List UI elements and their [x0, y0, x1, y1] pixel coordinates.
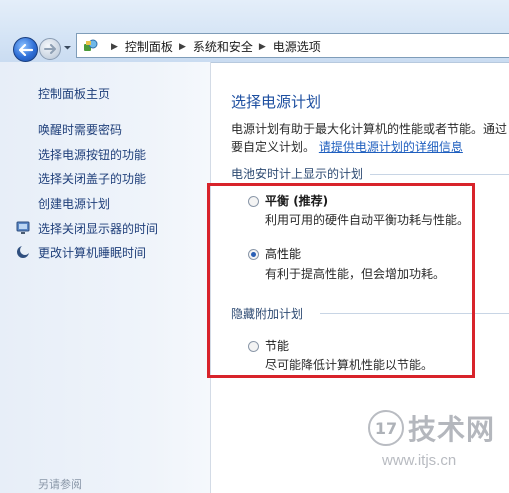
moon-icon — [17, 245, 30, 258]
watermark: 17 技术网 www.itjs.cn — [364, 404, 509, 493]
recent-pages-chevron-icon[interactable] — [63, 44, 72, 51]
watermark-url: www.itjs.cn — [382, 452, 457, 469]
sidebar-item-wake-password[interactable]: 唤醒时需要密码 — [38, 121, 122, 138]
group-header-battery-meter: 电池安时计上显示的计划 — [231, 167, 364, 181]
sidebar-home-link[interactable]: 控制面板主页 — [38, 85, 110, 102]
breadcrumb-separator-icon[interactable]: ▶ — [111, 42, 118, 52]
navigation-bar: ▶ 控制面板 ▶ 系统和安全 ▶ 电源选项 — [0, 0, 509, 63]
sidebar-item-display-off[interactable]: 选择关闭显示器的时间 — [38, 220, 158, 237]
control-panel-icon — [84, 39, 98, 51]
breadcrumb-separator-icon[interactable]: ▶ — [259, 42, 266, 52]
breadcrumb-system-security[interactable]: 系统和安全 — [193, 38, 253, 55]
breadcrumb: ▶ 控制面板 ▶ 系统和安全 ▶ 电源选项 — [105, 38, 321, 55]
arrow-right-icon — [44, 44, 56, 54]
sidebar-item-create-plan[interactable]: 创建电源计划 — [38, 195, 110, 212]
forward-button[interactable] — [39, 38, 61, 60]
see-also-heading: 另请参阅 — [38, 478, 82, 491]
description-text-line1: 电源计划有助于最大化计算机的性能或者节能。通过 — [231, 122, 508, 136]
breadcrumb-power-options[interactable]: 电源选项 — [273, 38, 321, 55]
breadcrumb-control-panel[interactable]: 控制面板 — [125, 38, 173, 55]
sidebar: 控制面板主页 唤醒时需要密码 选择电源按钮的功能 选择关闭盖子的功能 创建电源计… — [0, 62, 211, 493]
watermark-logo: 17 — [368, 410, 404, 446]
sidebar-item-sleep-time[interactable]: 更改计算机睡眠时间 — [38, 244, 146, 261]
address-bar[interactable]: ▶ 控制面板 ▶ 系统和安全 ▶ 电源选项 — [76, 33, 509, 58]
breadcrumb-separator-icon[interactable]: ▶ — [179, 42, 186, 52]
watermark-title: 技术网 — [408, 413, 496, 446]
description-text-line2: 要自定义计划。 — [231, 140, 316, 154]
arrow-left-icon — [18, 43, 33, 56]
display-icon — [16, 221, 30, 234]
back-button[interactable] — [13, 37, 38, 62]
plan-details-link[interactable]: 请提供电源计划的详细信息 — [319, 140, 463, 154]
page-description: 电源计划有助于最大化计算机的性能或者节能。通过 要自定义计划。 请提供电源计划的… — [231, 120, 509, 156]
sidebar-item-lid-close[interactable]: 选择关闭盖子的功能 — [38, 170, 146, 187]
group-divider — [370, 174, 509, 175]
page-title: 选择电源计划 — [231, 93, 322, 111]
highlight-box — [207, 183, 475, 378]
sidebar-item-power-button[interactable]: 选择电源按钮的功能 — [38, 146, 146, 163]
